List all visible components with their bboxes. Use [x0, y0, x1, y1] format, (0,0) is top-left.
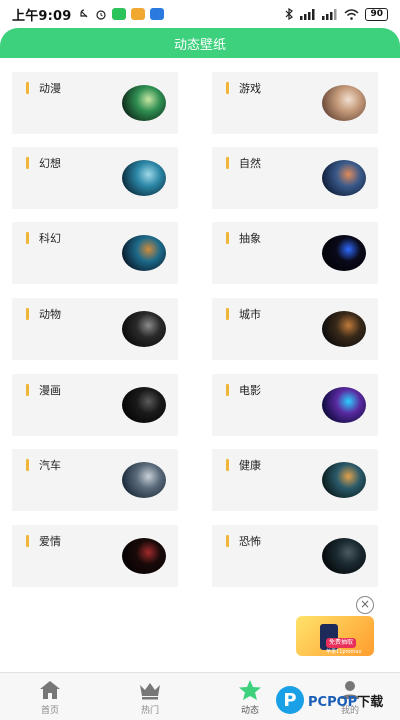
- category-label: 自然: [226, 155, 261, 171]
- category-label: 健康: [226, 457, 261, 473]
- star-icon: [238, 679, 262, 701]
- category-label: 爱情: [26, 533, 61, 549]
- category-grid: 动漫 游戏幻想 自然科幻 抽象动物 城市漫画 电影汽车 健康爱情 恐怖: [0, 58, 400, 668]
- watermark-logo-icon: P: [276, 686, 304, 714]
- category-card[interactable]: 抽象: [212, 222, 378, 284]
- signal-icon-2: [322, 8, 337, 20]
- category-thumbnail: [122, 538, 166, 574]
- category-thumbnail: [322, 462, 366, 498]
- category-label: 动漫: [26, 80, 61, 96]
- mute-icon: [79, 9, 87, 18]
- category-label: 抽象: [226, 230, 261, 246]
- category-card[interactable]: 自然: [212, 147, 378, 209]
- category-label: 动物: [26, 306, 61, 322]
- watermark-brand: PCPOP: [308, 694, 358, 710]
- wifi-icon: [344, 8, 359, 20]
- category-label: 电影: [226, 382, 261, 398]
- nav-label-home: 首页: [40, 705, 59, 716]
- category-card[interactable]: 恐怖: [212, 525, 378, 587]
- nav-label-hot: 热门: [140, 705, 159, 716]
- category-thumbnail: [322, 387, 366, 423]
- nav-label-dynamic: 动态: [240, 705, 259, 716]
- nav-item-hot[interactable]: 热门: [100, 673, 200, 720]
- ad-tag: 免费抽取: [326, 638, 357, 648]
- crown-icon: [138, 679, 162, 701]
- bluetooth-icon: [286, 8, 294, 20]
- category-card[interactable]: 爱情: [12, 525, 178, 587]
- category-card[interactable]: 电影: [212, 374, 378, 436]
- page-header: 动态壁纸: [0, 28, 400, 58]
- watermark: P PCPOP下载: [276, 682, 398, 718]
- close-icon[interactable]: ×: [356, 596, 374, 614]
- signal-icon: [300, 8, 315, 20]
- nav-item-home[interactable]: 首页: [0, 673, 100, 720]
- category-label: 汽车: [26, 457, 61, 473]
- category-thumbnail: [322, 85, 366, 121]
- category-thumbnail: [122, 85, 166, 121]
- category-thumbnail: [122, 235, 166, 271]
- category-card[interactable]: 城市: [212, 298, 378, 360]
- category-label: 科幻: [26, 230, 61, 246]
- category-thumbnail: [322, 311, 366, 347]
- wechat-icon: [111, 8, 126, 20]
- category-card[interactable]: 汽车: [12, 449, 178, 511]
- category-card[interactable]: 幻想: [12, 147, 178, 209]
- app-notification-icon: [130, 8, 145, 20]
- category-card[interactable]: 健康: [212, 449, 378, 511]
- alarm-icon: [95, 10, 106, 20]
- category-thumbnail: [322, 235, 366, 271]
- battery-indicator: 90: [365, 7, 388, 21]
- ad-subtext: 苹果11promax: [326, 649, 362, 655]
- category-thumbnail: [322, 538, 366, 574]
- page-title: 动态壁纸: [173, 37, 226, 53]
- category-label: 城市: [226, 306, 261, 322]
- category-thumbnail: [122, 311, 166, 347]
- watermark-suffix: 下载: [357, 694, 384, 710]
- status-notification-icons: [78, 8, 164, 20]
- app-notification-icon-2: [149, 8, 164, 20]
- watermark-text: PCPOP下载: [308, 691, 383, 710]
- category-thumbnail: [122, 160, 166, 196]
- category-label: 漫画: [26, 382, 61, 398]
- category-label: 幻想: [26, 155, 61, 171]
- category-card[interactable]: 漫画: [12, 374, 178, 436]
- category-card[interactable]: 科幻: [12, 222, 178, 284]
- status-right: 90: [285, 7, 388, 21]
- ad-banner[interactable]: 免费抽取 苹果11promax: [296, 616, 374, 656]
- category-label: 恐怖: [226, 533, 261, 549]
- category-thumbnail: [322, 160, 366, 196]
- category-card[interactable]: 动漫: [12, 72, 178, 134]
- category-thumbnail: [122, 462, 166, 498]
- category-label: 游戏: [226, 80, 261, 96]
- status-time: 上午9:09: [12, 8, 72, 24]
- status-bar: 上午9:09 90: [0, 0, 400, 28]
- category-card[interactable]: 游戏: [212, 72, 378, 134]
- floating-ad[interactable]: × 免费抽取 苹果11promax: [292, 596, 382, 658]
- category-card[interactable]: 动物: [12, 298, 178, 360]
- home-icon: [38, 679, 62, 701]
- category-thumbnail: [122, 387, 166, 423]
